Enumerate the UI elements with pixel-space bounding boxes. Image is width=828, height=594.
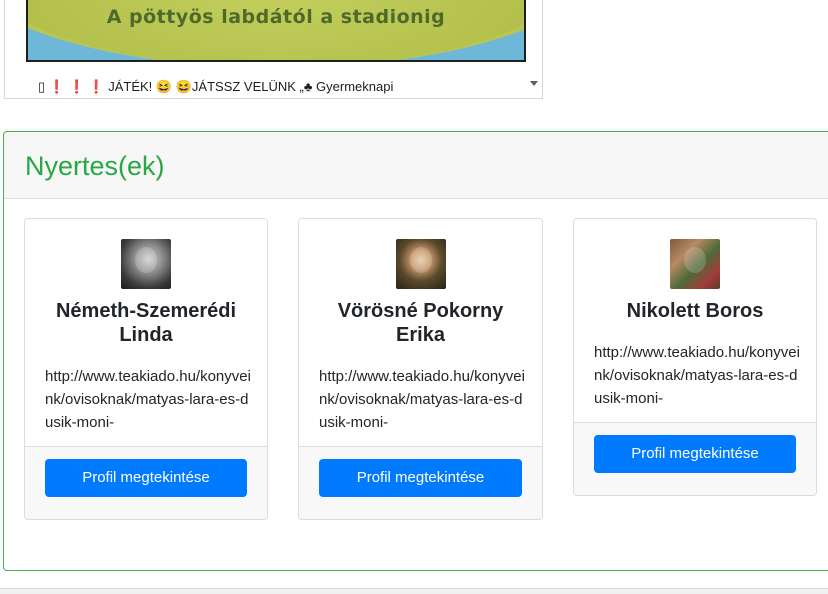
winner-card-footer: Profil megtekintése <box>299 447 542 509</box>
view-profile-button[interactable]: Profil megtekintése <box>319 459 522 497</box>
winner-link: http://www.teakiado.hu/konyveink/ovisokn… <box>319 368 525 431</box>
post-image-caption: A pöttyös labdától a stadionig <box>106 6 446 28</box>
winner-card: Vörösné Pokorny Erika http://www.teakiad… <box>298 218 543 520</box>
winner-name: Németh-Szemerédi Linda <box>55 300 237 346</box>
winners-panel: Nyertes(ek) Németh-Szemerédi Linda http:… <box>3 131 828 571</box>
avatar <box>395 239 446 289</box>
winner-name: Nikolett Boros <box>626 300 764 322</box>
missing-glyph-icon: ▯ <box>38 79 46 94</box>
scroll-down-arrow-icon[interactable] <box>530 81 538 86</box>
winner-card-footer: Profil megtekintése <box>25 447 267 509</box>
post-text-game: JÁTÉK! <box>108 79 153 94</box>
post-text-play: JÁTSSZ VELÜNK „ <box>191 79 304 94</box>
view-profile-button[interactable]: Profil megtekintése <box>45 459 247 497</box>
winner-card-body: Nikolett Boros http://www.teakiado.hu/ko… <box>574 219 816 423</box>
winner-card-footer: Profil megtekintése <box>574 423 816 485</box>
post-text: ▯ ❗ ❗ ❗ JÁTÉK! 😆 😆JÁTSSZ VELÜNK „♣ Gyerm… <box>38 78 393 96</box>
view-profile-button[interactable]: Profil megtekintése <box>594 435 796 473</box>
winner-card: Németh-Szemerédi Linda http://www.teakia… <box>24 218 268 520</box>
winner-link: http://www.teakiado.hu/konyveink/ovisokn… <box>594 344 800 407</box>
winners-title: Nyertes(ek) <box>25 150 165 181</box>
winner-card-body: Vörösné Pokorny Erika http://www.teakiad… <box>299 219 542 447</box>
winner-name: Vörösné Pokorny Erika <box>337 300 504 346</box>
exclamation-icons: ❗ ❗ ❗ <box>48 79 105 94</box>
avatar <box>121 239 171 289</box>
winner-link: http://www.teakiado.hu/konyveink/ovisokn… <box>45 368 251 431</box>
winner-card: Nikolett Boros http://www.teakiado.hu/ko… <box>573 218 817 496</box>
laughing-emoji-icons: 😆 😆 <box>155 79 192 94</box>
post-image[interactable]: A pöttyös labdától a stadionig <box>26 0 526 62</box>
winner-card-body: Németh-Szemerédi Linda http://www.teakia… <box>25 219 267 447</box>
bottom-divider <box>0 588 828 594</box>
avatar <box>670 239 720 289</box>
winners-header: Nyertes(ek) <box>4 132 828 199</box>
post-text-end: Gyermeknapi <box>312 79 394 94</box>
embedded-post: A pöttyös labdától a stadionig ▯ ❗ ❗ ❗ J… <box>4 0 543 99</box>
